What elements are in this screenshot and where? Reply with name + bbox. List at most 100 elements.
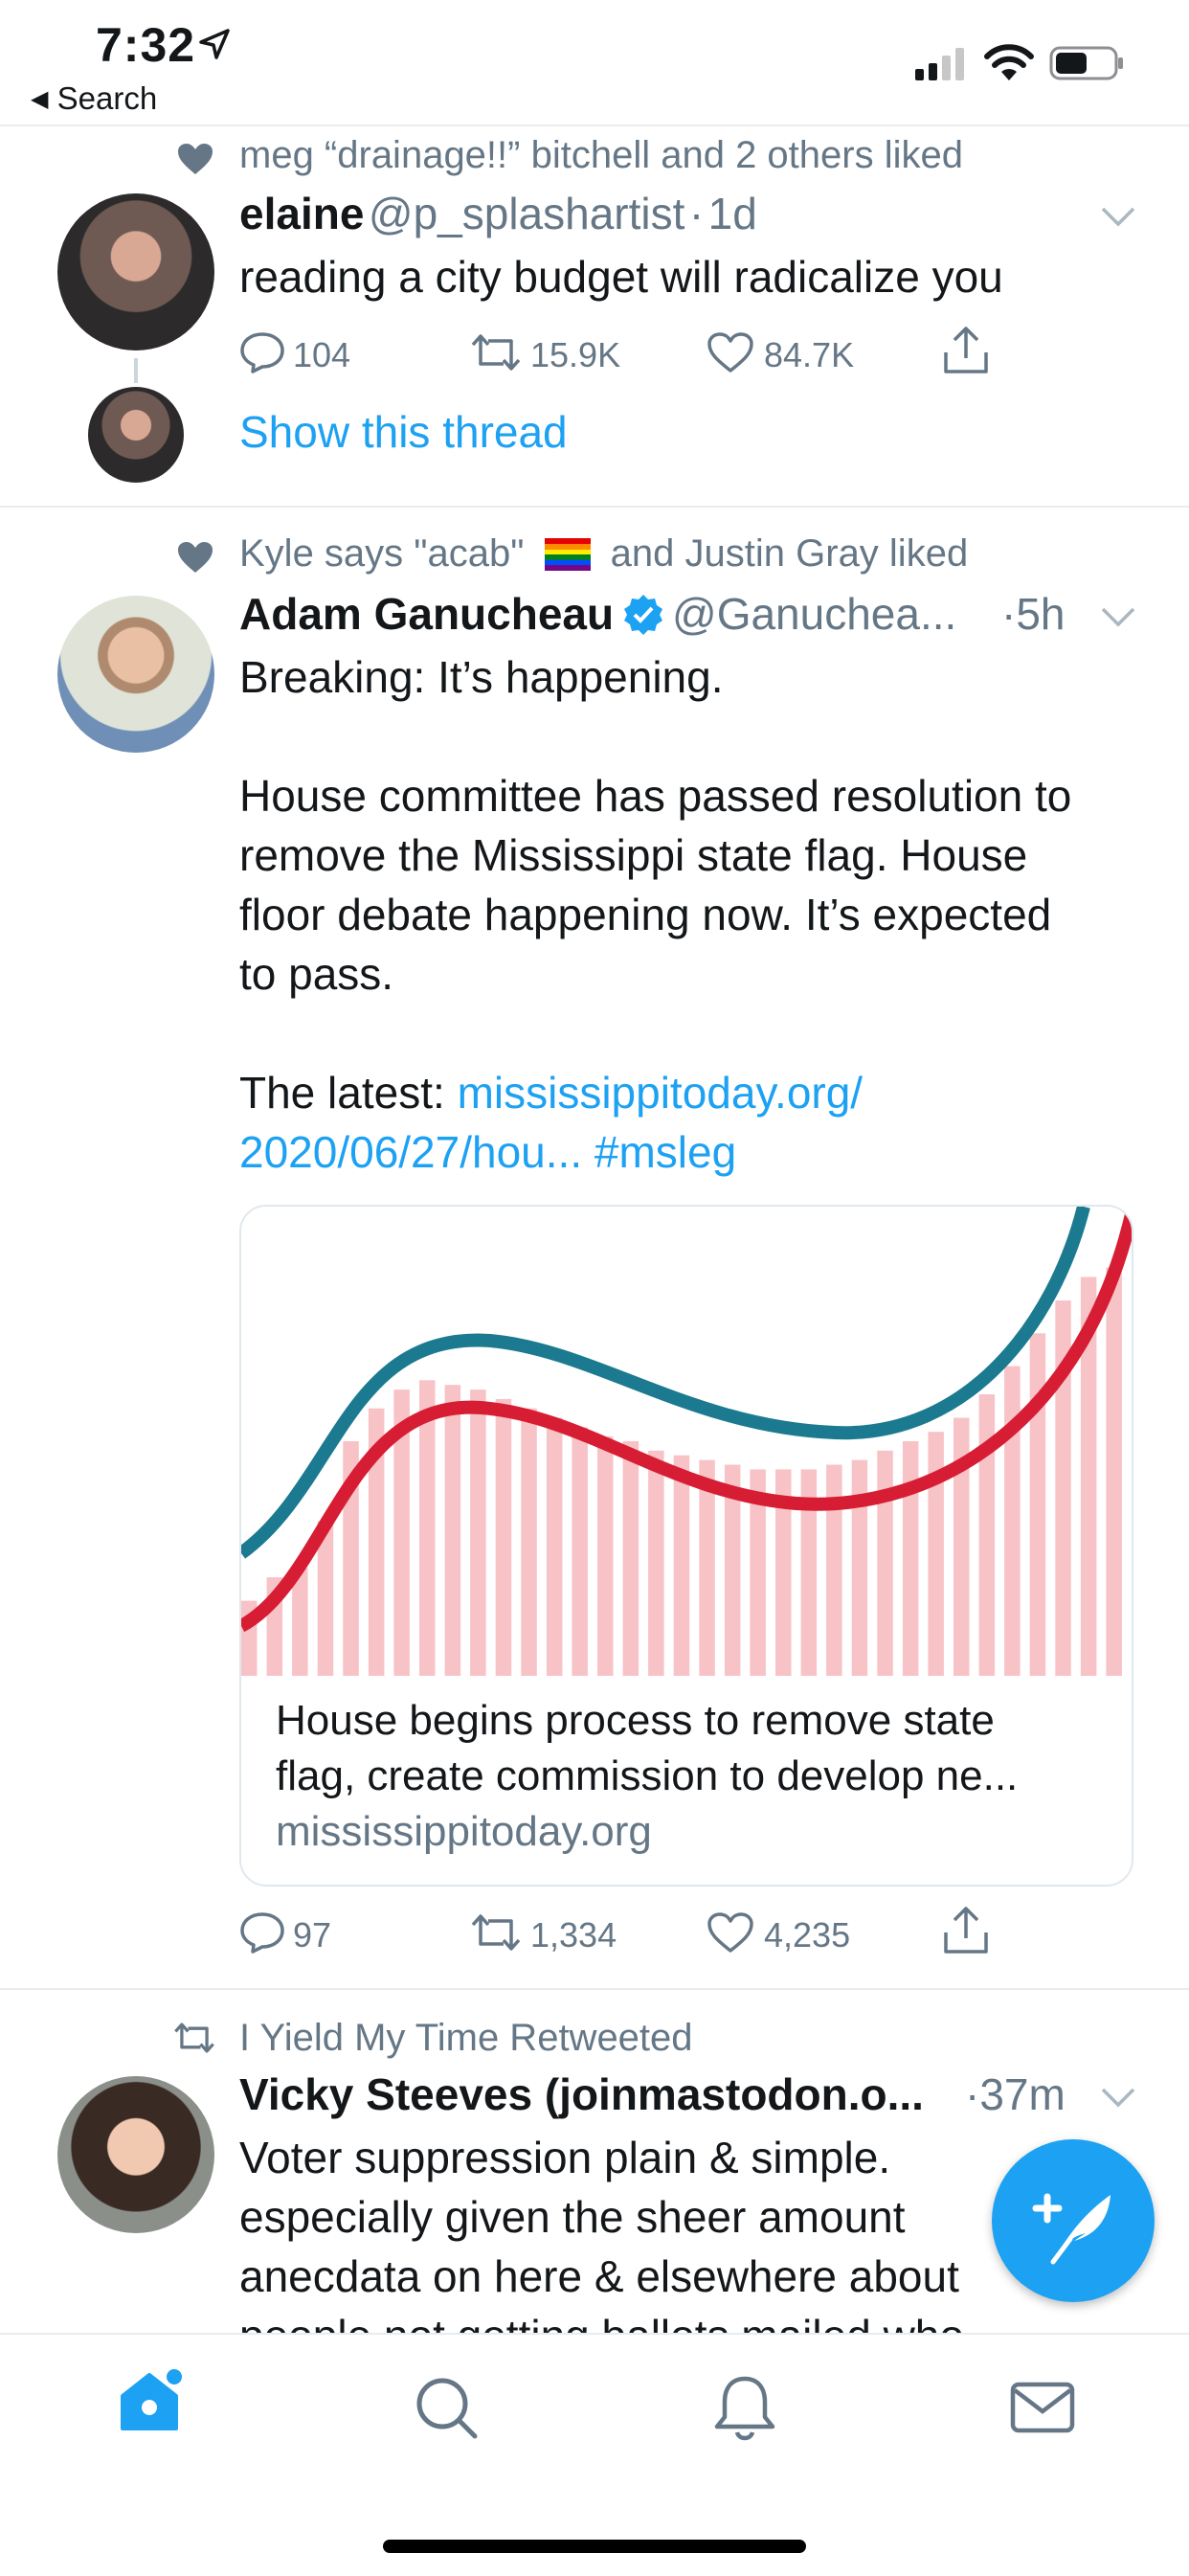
thread-avatar[interactable] (88, 387, 184, 483)
retweet-small-icon (174, 2022, 214, 2053)
back-triangle-icon: ◀ (31, 86, 49, 112)
reply-icon[interactable] (239, 1911, 285, 1954)
tweet-line: The latest: mississippitoday.org/ (239, 1063, 1158, 1122)
home-icon[interactable] (115, 2367, 188, 2434)
link-card[interactable]: House begins process to remove state fla… (239, 1205, 1133, 1887)
card-title-line: House begins process to remove state (276, 1697, 995, 1744)
tweet-text: Breaking: It’s happening. House committe… (239, 647, 1158, 1182)
card-bar (495, 1398, 512, 1676)
card-bar (648, 1450, 664, 1676)
location-arrow-icon (199, 29, 230, 59)
battery-icon (1049, 46, 1123, 80)
heart-filled-icon (178, 542, 213, 573)
card-bar (826, 1464, 842, 1676)
social-context: I Yield My Time Retweeted (239, 2017, 693, 2059)
chevron-down-icon[interactable] (1099, 203, 1137, 230)
user-handle[interactable]: @Ganuchea... (672, 589, 956, 639)
search-icon[interactable] (414, 2375, 481, 2442)
card-bar (597, 1436, 614, 1676)
card-bar (572, 1427, 588, 1676)
card-bar (622, 1441, 639, 1676)
avatar[interactable] (57, 596, 214, 753)
tweet-line: to pass. (239, 949, 394, 999)
cellular-signal-icon (915, 48, 964, 80)
tweet-age-wrap: ·5h (1001, 588, 1066, 640)
dot-separator: · (1001, 589, 1017, 639)
card-bar (444, 1385, 461, 1676)
dot-separator: · (688, 189, 705, 238)
share-icon[interactable] (942, 326, 990, 375)
social-context-name: Kyle says "acab" (239, 532, 525, 575)
reply-icon[interactable] (239, 331, 285, 373)
chevron-down-icon[interactable] (1099, 603, 1137, 630)
card-image (241, 1207, 1132, 1676)
reply-count: 104 (293, 335, 351, 374)
bottom-nav (0, 2333, 1189, 2576)
messages-mail-icon[interactable] (1009, 2381, 1076, 2434)
tweet-line: House committee has passed resolution to (239, 771, 1072, 821)
tweet-line: 2020/06/27/hou... #msleg (239, 1122, 1158, 1182)
chevron-down-icon[interactable] (1099, 2084, 1137, 2111)
compose-quill-icon (1032, 2193, 1110, 2265)
display-name[interactable]: Vicky Steeves (joinmastodon.o... (239, 2069, 924, 2119)
card-bar (1004, 1366, 1021, 1676)
card-bar (1106, 1267, 1122, 1676)
display-name[interactable]: Adam Ganucheau (239, 589, 614, 639)
heart-filled-icon (178, 144, 213, 174)
tweet-age-wrap: ·37m (965, 2068, 1066, 2120)
user-handle[interactable]: @p_splashartist (369, 189, 685, 238)
reply-count: 97 (293, 1915, 332, 1955)
retweet-count: 15.9K (530, 335, 621, 374)
thread-connector-line (134, 358, 138, 383)
verified-badge-icon (623, 595, 662, 635)
card-bar (851, 1459, 868, 1676)
social-context-rest: and Justin Gray liked (610, 532, 969, 575)
card-bar (521, 1408, 537, 1676)
wifi-icon (984, 44, 1034, 80)
card-bar (470, 1390, 486, 1676)
back-to-search[interactable]: ◀ Search (31, 80, 157, 117)
back-label: Search (56, 80, 158, 116)
tweet-header: elaine @p_splashartist · 1d (239, 188, 757, 239)
hashtag-link[interactable]: #msleg (594, 1127, 736, 1177)
article-link-cont[interactable]: 2020/06/27/hou... (239, 1127, 582, 1177)
like-count: 4,235 (764, 1915, 851, 1955)
card-bar (673, 1455, 690, 1676)
show-thread-link[interactable]: Show this thread (239, 406, 568, 458)
tweet-line: Breaking: It’s happening. (239, 652, 724, 702)
tweet-text: reading a city budget will radicalize yo… (239, 252, 1003, 302)
compose-tweet-button[interactable] (992, 2139, 1155, 2302)
status-time: 7:32 (96, 18, 196, 72)
social-context: Kyle says "acab" and Justin Gray liked (239, 532, 968, 576)
home-indicator (383, 2540, 806, 2553)
avatar[interactable] (57, 2076, 214, 2233)
rainbow-flag-emoji-icon (544, 538, 591, 571)
show-thread-label[interactable]: Show this thread (239, 407, 568, 457)
notifications-bell-icon[interactable] (712, 2373, 777, 2444)
tweet-age: 37m (979, 2069, 1066, 2119)
tweet-age: 1d (707, 189, 757, 238)
tweet-header: Adam Ganucheau @Ganuchea... (239, 588, 956, 640)
tweet-header: Vicky Steeves (joinmastodon.o... (239, 2068, 924, 2120)
share-icon[interactable] (942, 1906, 990, 1955)
tweet-divider (0, 506, 1189, 508)
like-icon[interactable] (707, 331, 754, 373)
card-title-line: flag, create commission to develop ne... (276, 1752, 1019, 1799)
tweet-age: 5h (1016, 589, 1066, 639)
retweet-icon[interactable] (469, 1911, 523, 1954)
tweet-line: remove the Mississippi state flag. House (239, 830, 1028, 880)
like-count: 84.7K (764, 335, 855, 374)
card-domain: mississippitoday.org (276, 1808, 652, 1855)
card-bar (877, 1450, 893, 1676)
retweet-icon[interactable] (469, 331, 523, 373)
latest-prefix: The latest: (239, 1068, 445, 1118)
social-context: meg “drainage!!” bitchell and 2 others l… (239, 134, 963, 176)
tweet-divider (0, 1988, 1189, 1990)
card-bar (546, 1417, 563, 1676)
dot-separator: · (965, 2069, 980, 2119)
article-link[interactable]: mississippitoday.org/ (458, 1068, 864, 1118)
like-icon[interactable] (707, 1911, 754, 1954)
tweet-line: people not getting ballots mailed who (239, 2306, 1158, 2333)
avatar[interactable] (57, 193, 214, 350)
display-name[interactable]: elaine (239, 189, 364, 238)
